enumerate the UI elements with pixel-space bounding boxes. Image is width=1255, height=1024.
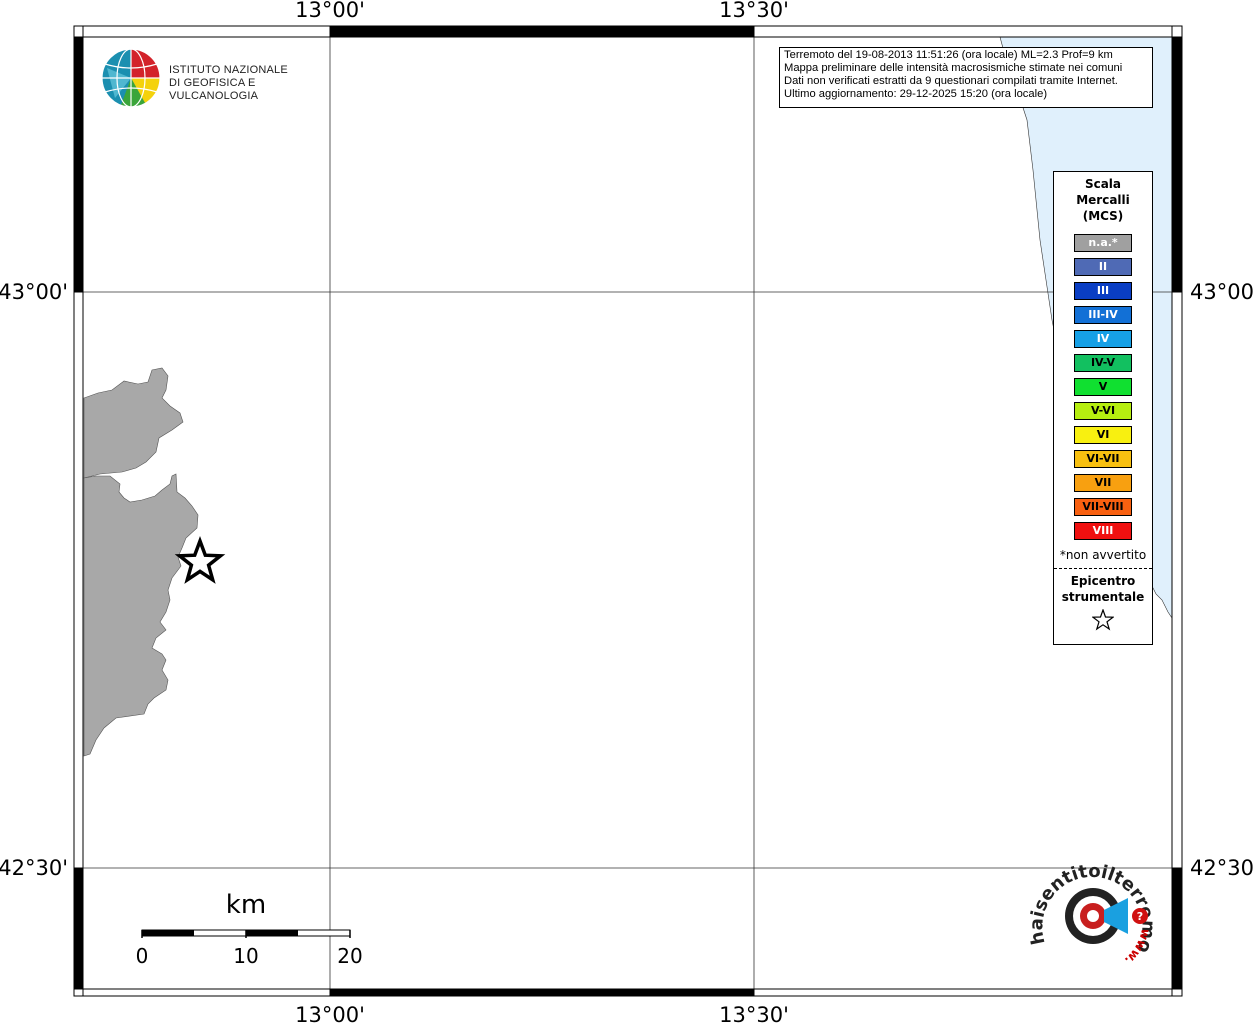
lon-label-bottom-1: 13°00'	[295, 1003, 365, 1024]
ingv-logo: ISTITUTO NAZIONALE DI GEOFISICA E VULCAN…	[101, 48, 331, 110]
legend-item: VI	[1074, 426, 1132, 444]
legend-note: *non avvertito	[1059, 548, 1147, 562]
scale-label-20: 20	[337, 944, 362, 968]
lat-label-right-1: 43°00'	[1190, 280, 1255, 304]
lat-label-right-2: 42°30'	[1190, 856, 1255, 880]
legend-item: III-IV	[1074, 306, 1132, 324]
legend-title-line: Scala	[1084, 177, 1122, 191]
legend-item: II	[1074, 258, 1132, 276]
legend-items: n.a.* II III III-IV IV IV-V V V-VI VI VI-VII VII VI…	[1054, 234, 1152, 540]
scale-label-0: 0	[136, 944, 149, 968]
legend-item: IV-V	[1074, 354, 1132, 372]
event-info-line: Terremoto del 19-08-2013 11:51:26 (ora l…	[784, 49, 1113, 61]
mcs-legend: Scala Mercalli (MCS) n.a.* II III III-IV IV I…	[1053, 171, 1153, 645]
land-area-south	[83, 473, 199, 757]
legend-title-line: (MCS)	[1082, 209, 1124, 223]
legend-item: III	[1074, 282, 1132, 300]
land-area	[83, 367, 184, 479]
haisentito-logo: haisentitoilterremoto.it www. ?	[1024, 842, 1160, 978]
lon-label-top-2: 13°30'	[719, 0, 789, 22]
lon-label-bottom-2: 13°30'	[719, 1003, 789, 1024]
map-frame	[73, 25, 1183, 997]
legend-title: Scala Mercalli (MCS)	[1054, 176, 1152, 224]
scale-bar: km 0 10 20	[130, 885, 370, 975]
event-info-line: Mappa preliminare delle intensità macros…	[784, 62, 1123, 74]
event-info-line: Dati non verificati estratti da 9 questi…	[784, 75, 1118, 87]
legend-item: VI-VII	[1074, 450, 1132, 468]
legend-item: VII-VIII	[1074, 498, 1132, 516]
globe-icon	[101, 48, 161, 108]
ingv-name-line2: DI GEOFISICA E VULCANOLOGIA	[169, 77, 259, 102]
svg-text:?: ?	[1137, 910, 1143, 923]
legend-item: IV	[1074, 330, 1132, 348]
event-info-box: Terremoto del 19-08-2013 11:51:26 (ora l…	[779, 47, 1153, 108]
legend-epicenter-line: strumentale	[1061, 590, 1145, 604]
legend-item: n.a.*	[1074, 234, 1132, 252]
lon-label-top-1: 13°00'	[295, 0, 365, 22]
scale-unit: km	[226, 890, 266, 920]
legend-divider	[1054, 568, 1152, 569]
graticule	[83, 37, 1172, 989]
lat-label-left-2: 42°30'	[0, 856, 68, 880]
legend-title-line: Mercalli	[1076, 193, 1130, 207]
legend-item: VII	[1074, 474, 1132, 492]
legend-epicenter-line: Epicentro	[1070, 574, 1136, 588]
ingv-name-line1: ISTITUTO NAZIONALE	[169, 64, 288, 76]
legend-item: V-VI	[1074, 402, 1132, 420]
event-info-line: Ultimo aggiornamento: 29-12-2025 15:20 (…	[784, 88, 1048, 100]
star-epicenter-icon	[174, 535, 226, 584]
legend-epicenter-label: Epicentro strumentale	[1054, 573, 1152, 605]
legend-item: VIII	[1074, 522, 1132, 540]
scale-label-10: 10	[233, 944, 258, 968]
lat-label-left-1: 43°00'	[0, 280, 68, 304]
legend-item: V	[1074, 378, 1132, 396]
star-outline-icon	[1054, 608, 1152, 636]
